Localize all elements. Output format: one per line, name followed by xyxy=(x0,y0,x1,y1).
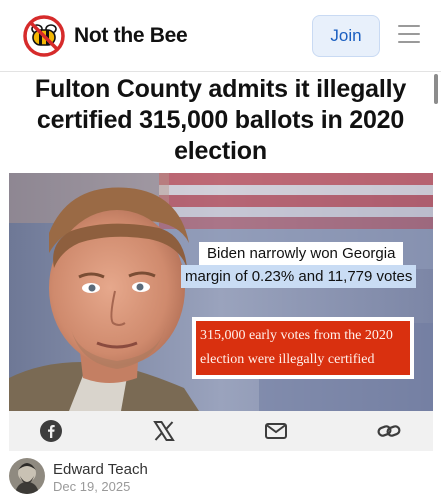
brand-name: Not the Bee xyxy=(74,24,188,47)
join-button[interactable]: Join xyxy=(312,15,380,57)
facebook-icon[interactable] xyxy=(39,419,63,443)
image-caption-line1: Biden narrowly won Georgia xyxy=(199,242,404,265)
scrollbar[interactable] xyxy=(434,74,438,104)
share-bar xyxy=(9,411,433,451)
article-headline: Fulton County admits it illegally certif… xyxy=(34,75,407,165)
site-header: Not the Bee Join xyxy=(0,0,441,72)
image-caption-red-line2: election were illegally certified xyxy=(200,352,375,367)
author-avatar[interactable] xyxy=(9,458,45,494)
image-caption-line2: margin of 0.23% and 11,779 votes xyxy=(181,265,417,288)
site-logo[interactable]: Not the Bee xyxy=(22,14,188,58)
x-icon[interactable] xyxy=(152,419,176,443)
hamburger-menu-icon[interactable] xyxy=(398,25,420,45)
link-icon[interactable] xyxy=(377,419,401,443)
publish-date: Dec 19, 2025 xyxy=(53,479,131,494)
avatar-image xyxy=(9,458,45,494)
image-caption-red: 315,000 early votes from the 2020 electi… xyxy=(192,317,414,379)
author-name[interactable]: Edward Teach xyxy=(53,461,148,478)
mail-icon[interactable] xyxy=(264,419,288,443)
author-byline: Edward Teach Dec 19, 2025 xyxy=(9,458,433,498)
image-caption-red-line1: 315,000 early votes from the 2020 xyxy=(200,328,393,343)
crossed-out-bee-icon xyxy=(23,15,65,57)
